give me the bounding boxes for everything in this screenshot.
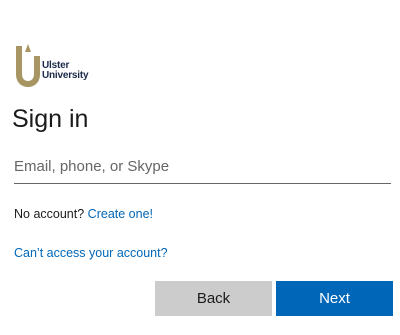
no-account-row: No account? Create one! <box>14 207 153 221</box>
page-title: Sign in <box>12 105 89 133</box>
sign-in-page: Ulster University Sign in No account? Cr… <box>0 0 400 335</box>
email-input[interactable] <box>14 150 391 184</box>
back-button[interactable]: Back <box>155 281 272 316</box>
cant-access-row: Can’t access your account? <box>14 246 168 260</box>
create-account-link[interactable]: Create one! <box>88 207 153 221</box>
ulster-u-mark-icon <box>16 44 40 87</box>
logo-wordmark: Ulster University <box>42 61 89 81</box>
next-button[interactable]: Next <box>276 281 393 316</box>
logo-line-2: University <box>42 70 89 81</box>
cant-access-link[interactable]: Can’t access your account? <box>14 246 168 260</box>
no-account-label: No account? <box>14 207 88 221</box>
ulster-university-logo: Ulster University <box>14 44 94 88</box>
